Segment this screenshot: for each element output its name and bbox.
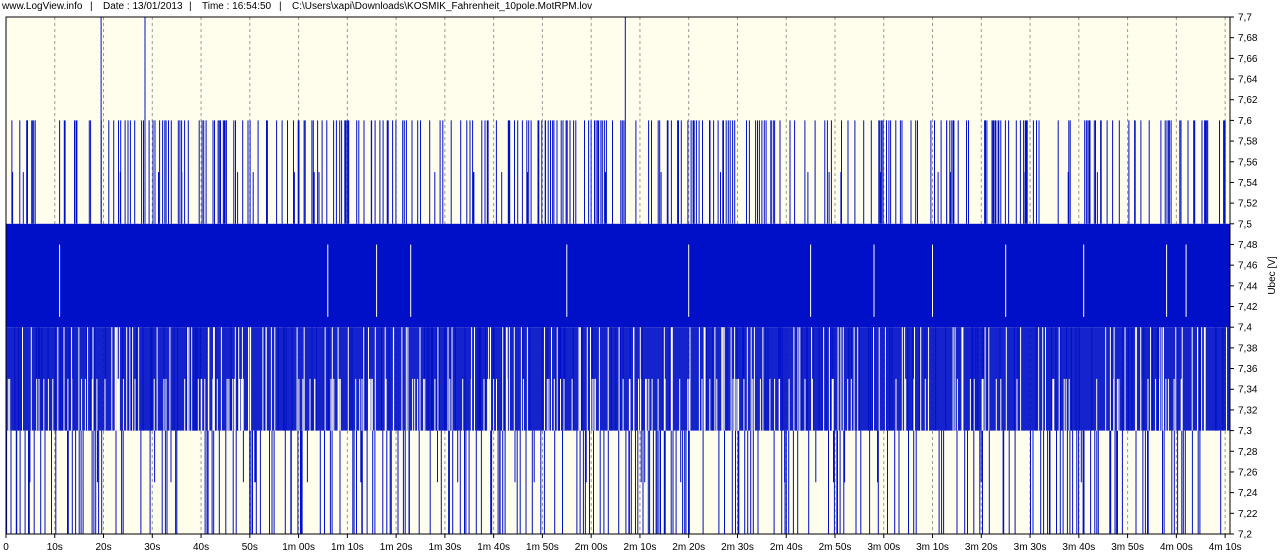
x-tick-label: 3m 00s (867, 542, 900, 553)
x-tick-label: 3m 10s (916, 542, 949, 553)
logview-window: www.LogView.info | Date : 13/01/2013 | T… (0, 0, 1280, 556)
y-tick-label: 7,22 (1238, 509, 1258, 520)
x-tick-label: 20s (95, 542, 111, 553)
x-tick-label: 3m 40s (1062, 542, 1095, 553)
x-tick-label: 30s (144, 542, 160, 553)
y-tick-label: 7,52 (1238, 199, 1258, 210)
x-tick-label: 10s (47, 542, 63, 553)
y-tick-label: 7,7 (1238, 13, 1252, 24)
series-band-secondary[interactable] (6, 327, 1230, 431)
x-tick-label: 3m 20s (965, 542, 998, 553)
y-tick-label: 7,66 (1238, 54, 1258, 65)
x-tick-label: 2m 40s (770, 542, 803, 553)
y-tick-label: 7,68 (1238, 33, 1258, 44)
y-tick-label: 7,54 (1238, 178, 1258, 189)
y-tick-label: 7,5 (1238, 219, 1252, 230)
y-tick-label: 7,62 (1238, 95, 1258, 106)
y-tick-label: 7,46 (1238, 261, 1258, 272)
x-axis: 0 10s 20s 30s 40s 50s 1m 00s 1m 10s 1m 20s 1m 30s… (3, 534, 1242, 553)
x-tick-label: 1m 00s (282, 542, 315, 553)
series-band-main[interactable] (6, 223, 1230, 328)
y-tick-label: 7,34 (1238, 385, 1258, 396)
x-tick-label: 2m 10s (624, 542, 657, 553)
y-tick-label: 7,56 (1238, 157, 1258, 168)
x-tick-label: 0 (3, 542, 9, 553)
x-tick-label: 1m 20s (380, 542, 413, 553)
x-tick-label: 2m 50s (819, 542, 852, 553)
x-tick-label: 2m 00s (575, 542, 608, 553)
y-tick-label: 7,36 (1238, 364, 1258, 375)
x-tick-label: 2m 30s (721, 542, 754, 553)
y-tick-label: 7,38 (1238, 343, 1258, 354)
y-tick-label: 7,42 (1238, 302, 1258, 313)
x-tick-label: 1m 50s (526, 542, 559, 553)
y-axis-label: Ubec [V] (1267, 256, 1278, 295)
y-tick-label: 7,26 (1238, 467, 1258, 478)
y-tick-label: 7,4 (1238, 323, 1252, 334)
y-tick-label: 7,32 (1238, 405, 1258, 416)
x-tick-label: 1m 10s (331, 542, 364, 553)
x-tick-label: 3m 50s (1111, 542, 1144, 553)
x-tick-label: 1m 40s (477, 542, 510, 553)
x-tick-label: 1m 30s (428, 542, 461, 553)
y-tick-label: 7,64 (1238, 75, 1258, 86)
x-tick-label: 3m 30s (1014, 542, 1047, 553)
y-tick-label: 7,44 (1238, 281, 1258, 292)
y-tick-label: 7,58 (1238, 137, 1258, 148)
x-tick-label: 2m 20s (672, 542, 705, 553)
x-tick-label: 4m 00s (1160, 542, 1193, 553)
y-tick-label: 7,3 (1238, 426, 1252, 437)
x-tick-label: 4m 10s (1209, 542, 1242, 553)
chart[interactable]: 7,2 7,22 7,24 7,26 7,28 7,3 7,32 7,34 7,36 7,38 7,… (0, 0, 1280, 556)
y-tick-label: 7,48 (1238, 240, 1258, 251)
y-axis: 7,2 7,22 7,24 7,26 7,28 7,3 7,32 7,34 7,36 7,38 7,… (1230, 13, 1258, 541)
y-tick-label: 7,28 (1238, 447, 1258, 458)
x-tick-label: 50s (242, 542, 258, 553)
x-tick-label: 40s (193, 542, 209, 553)
y-tick-label: 7,2 (1238, 530, 1252, 541)
y-tick-label: 7,6 (1238, 116, 1252, 127)
y-tick-label: 7,24 (1238, 488, 1258, 499)
